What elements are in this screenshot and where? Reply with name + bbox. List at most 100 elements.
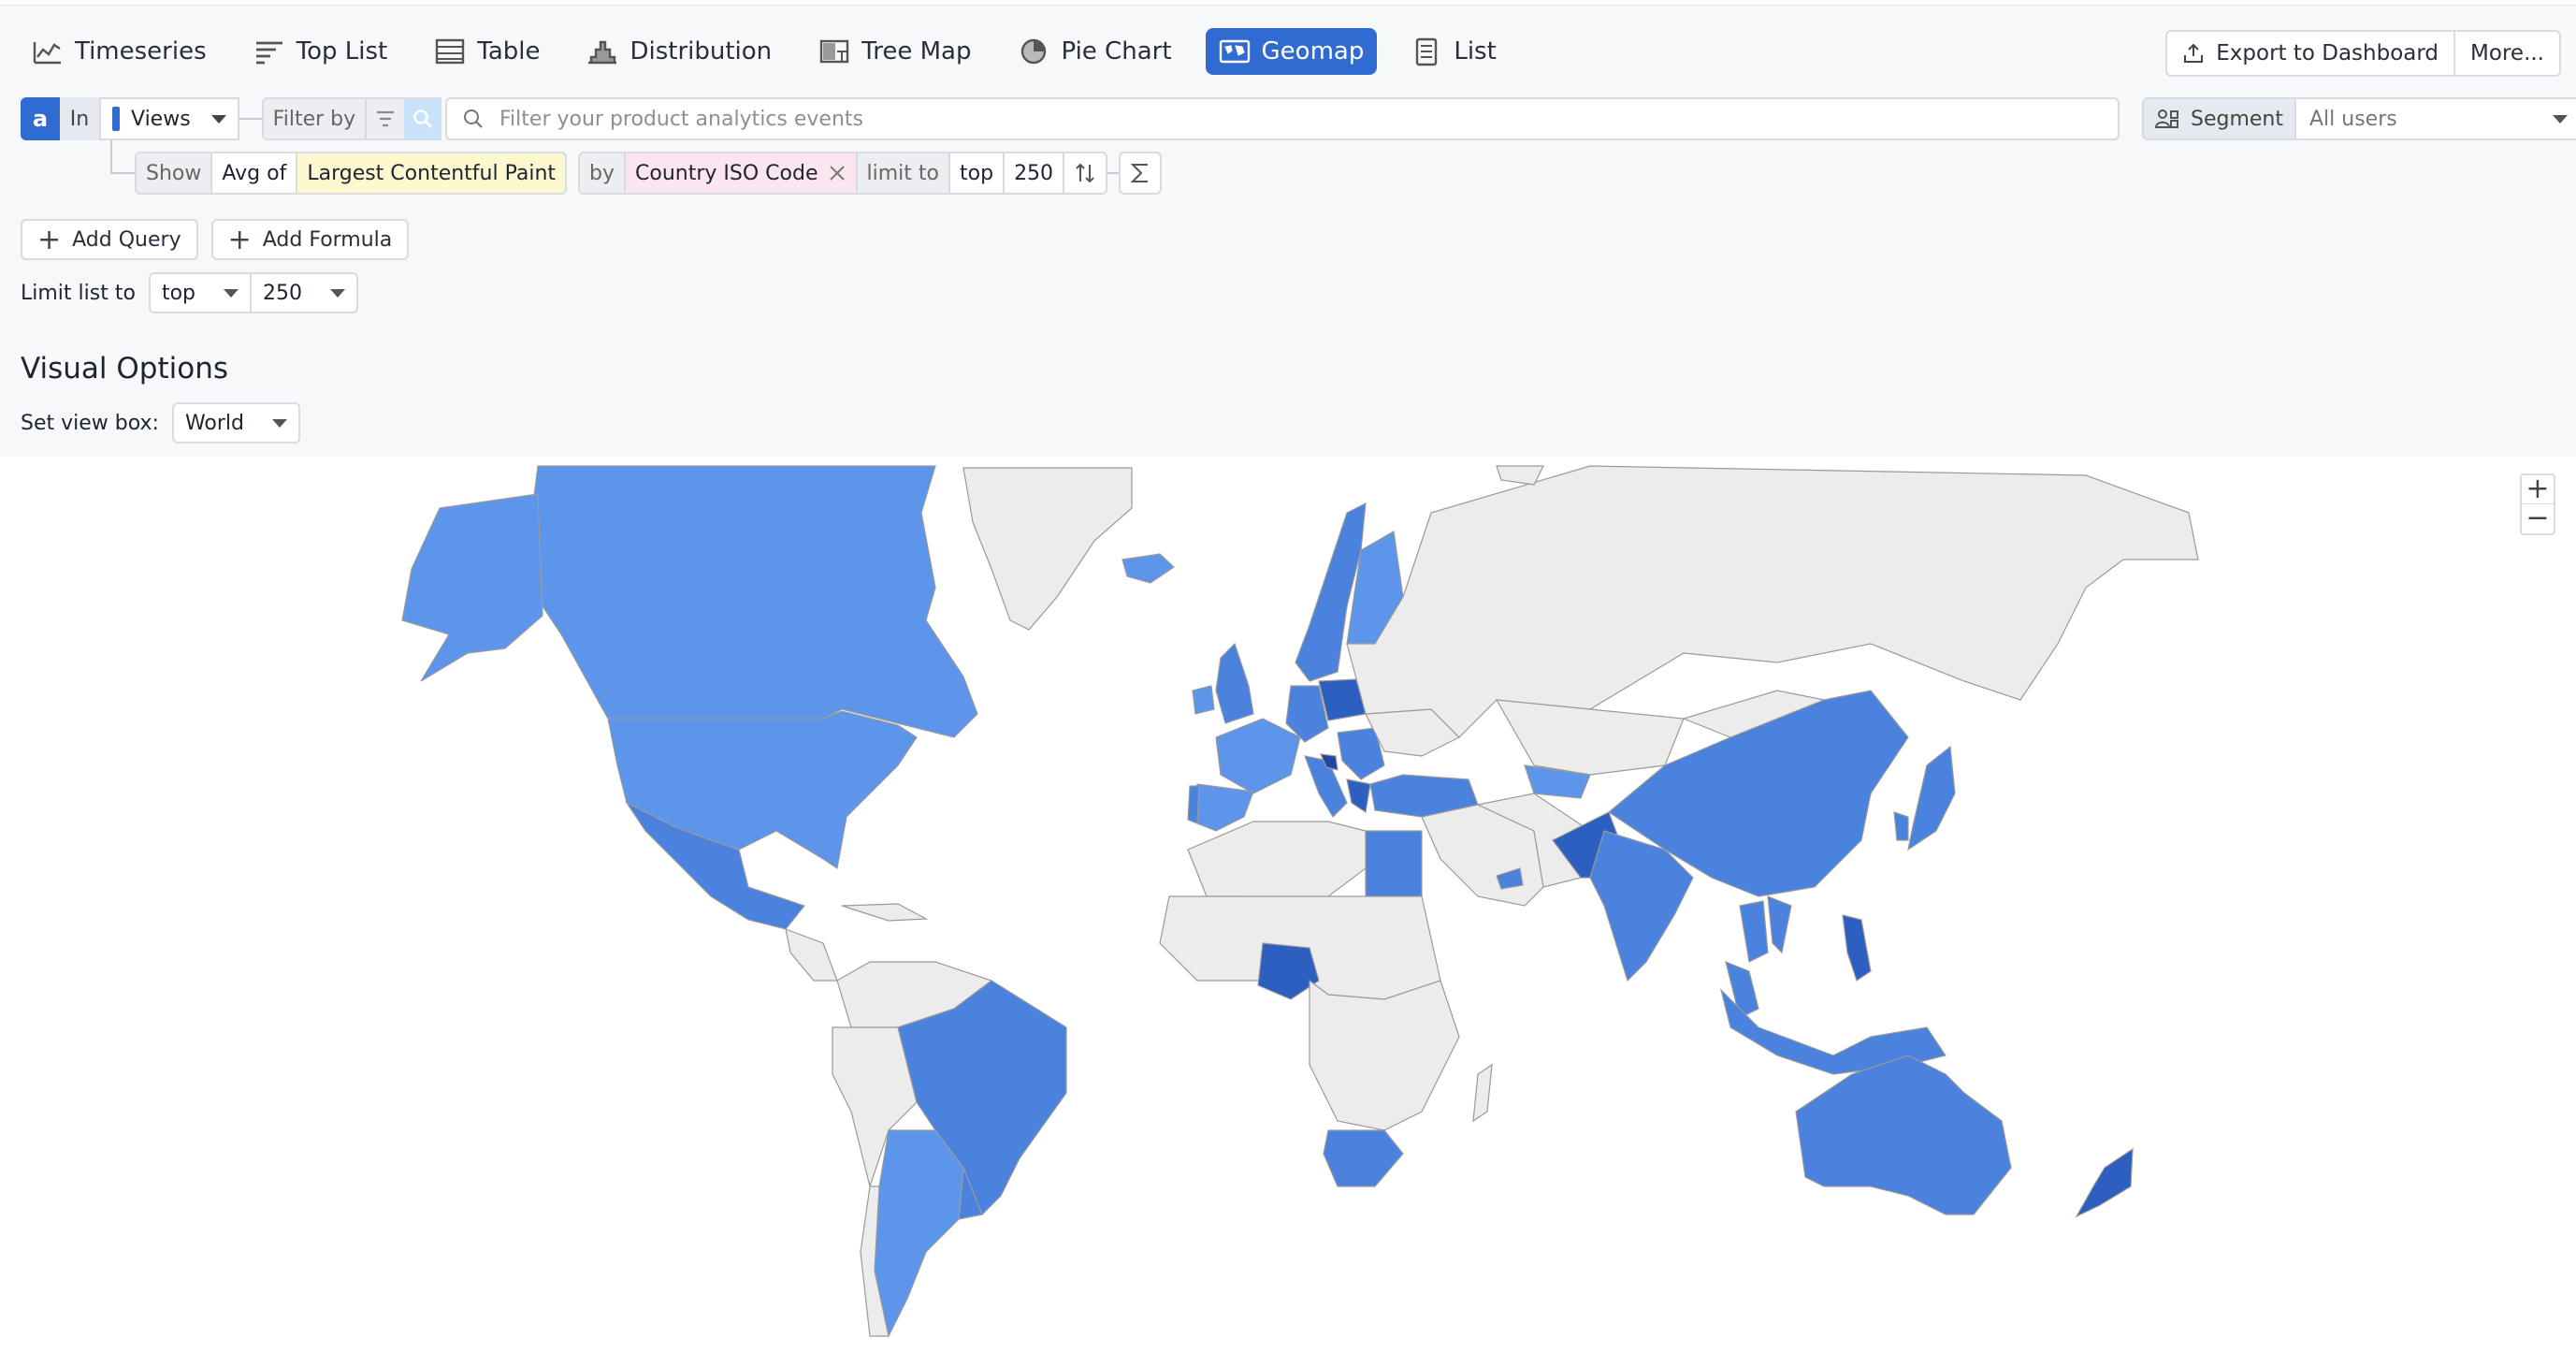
country-canada: [523, 465, 978, 738]
country-thailand: [1739, 900, 1769, 963]
country-argentina: [874, 1129, 964, 1338]
sigma-icon: [1130, 164, 1149, 182]
chevron-down-icon: [272, 418, 287, 428]
country-iceland: [1122, 553, 1175, 584]
geomap-canvas[interactable]: [0, 457, 2576, 1353]
country-philippines: [1842, 914, 1872, 982]
country-australia: [1795, 1055, 2012, 1215]
country-central-america: [785, 928, 838, 982]
toplist-icon: [255, 41, 282, 65]
country-south-africa: [1323, 1129, 1404, 1187]
limit-direction-select[interactable]: top: [950, 152, 1006, 195]
limit-list-direction-value: top: [161, 281, 195, 305]
event-filter-input[interactable]: Filter your product analytics events: [445, 97, 2120, 140]
country-central-africa: [1309, 979, 1460, 1131]
segment-dropdown[interactable]: All users: [2296, 97, 2576, 140]
tab-label: Geomap: [1261, 37, 1365, 65]
measure-select[interactable]: Largest Contentful Paint: [297, 152, 568, 195]
tab-label: Top List: [296, 37, 388, 65]
limit-list-label: Limit list to: [21, 281, 136, 305]
map-zoom-controls: + −: [2520, 473, 2555, 535]
query-in-label: In: [60, 97, 99, 140]
add-formula-button[interactable]: + Add Formula: [210, 219, 410, 260]
connector-line: [1107, 172, 1120, 174]
tab-label: Distribution: [630, 37, 773, 65]
tab-list[interactable]: List: [1397, 28, 1509, 75]
query-id-badge[interactable]: a: [21, 97, 60, 140]
timeseries-icon: [33, 42, 61, 65]
data-source-select[interactable]: Views: [99, 97, 239, 140]
segment-selector: Segment All users: [2142, 97, 2576, 140]
add-query-button[interactable]: + Add Query: [21, 219, 198, 260]
chevron-down-icon: [210, 114, 226, 124]
header-actions: Export to Dashboard More...: [2165, 30, 2561, 77]
view-box-value: World: [184, 411, 244, 435]
tab-timeseries[interactable]: Timeseries: [19, 28, 220, 75]
limit-list-row: Limit list to top 250: [21, 272, 358, 313]
connector-line: [239, 118, 262, 120]
more-button[interactable]: More...: [2455, 30, 2561, 77]
chevron-down-icon: [2553, 114, 2568, 124]
plus-icon: +: [37, 223, 62, 256]
country-ireland: [1192, 685, 1215, 715]
connector-elbow: [110, 140, 137, 174]
country-north-africa: [1187, 821, 1367, 907]
tab-geomap[interactable]: Geomap: [1205, 28, 1378, 75]
data-source-value: Views: [131, 107, 191, 131]
tab-label: Tree Map: [861, 37, 972, 65]
by-label: by: [578, 152, 627, 195]
filter-icon[interactable]: [367, 97, 405, 140]
limit-list-count-select[interactable]: 250: [252, 272, 358, 313]
tab-tree-map[interactable]: Tree Map: [805, 28, 984, 75]
close-icon[interactable]: [828, 164, 847, 182]
limit-count-input[interactable]: 250: [1005, 152, 1065, 195]
country-portugal: [1187, 785, 1200, 824]
view-box-select[interactable]: World: [171, 402, 300, 444]
country-new-zealand: [2075, 1147, 2134, 1218]
chevron-down-icon: [330, 288, 345, 298]
top-border: [0, 0, 2576, 6]
sort-icon: [1076, 163, 1094, 183]
limit-list-count-value: 250: [263, 281, 302, 305]
aggregation-select[interactable]: Avg of: [212, 152, 298, 195]
country-kazakhstan: [1495, 699, 1685, 776]
tab-pie-chart[interactable]: Pie Chart: [1005, 28, 1184, 75]
country-greenland: [962, 467, 1133, 631]
zoom-out-button[interactable]: −: [2522, 504, 2554, 532]
add-formula-label: Add Formula: [262, 227, 393, 252]
country-uk: [1215, 642, 1254, 724]
sort-toggle-button[interactable]: [1064, 152, 1108, 195]
treemap-icon: [819, 39, 849, 64]
distribution-icon: [588, 40, 617, 65]
country-south-korea: [1893, 811, 1909, 841]
tab-distribution[interactable]: Distribution: [573, 28, 785, 75]
search-mode-icon[interactable]: [404, 97, 442, 140]
limit-to-label: limit to: [857, 152, 950, 195]
geomap-icon: [1219, 39, 1250, 64]
country-egypt: [1365, 830, 1423, 897]
add-query-label: Add Query: [72, 227, 181, 252]
country-japan: [1907, 745, 1956, 851]
country-france: [1215, 718, 1301, 794]
group-by-chip[interactable]: Country ISO Code: [626, 152, 858, 195]
view-box-label: Set view box:: [21, 411, 159, 435]
users-icon: [2155, 109, 2178, 128]
country-usa: [607, 710, 918, 870]
function-button[interactable]: [1119, 152, 1163, 195]
tab-top-list[interactable]: Top List: [240, 28, 401, 75]
tab-label: Table: [477, 37, 541, 65]
piechart-icon: [1021, 38, 1047, 65]
zoom-in-button[interactable]: +: [2522, 475, 2554, 504]
tab-table[interactable]: Table: [421, 28, 553, 75]
series-color-bar: [112, 107, 120, 131]
visualization-tabs: Timeseries Top List Table Distribution T…: [19, 26, 1530, 77]
add-buttons-row: + Add Query + Add Formula: [21, 219, 422, 260]
plus-icon: +: [227, 223, 252, 256]
export-to-dashboard-button[interactable]: Export to Dashboard: [2165, 30, 2456, 77]
segment-label-text: Segment: [2191, 107, 2283, 131]
limit-list-direction-select[interactable]: top: [148, 272, 252, 313]
table-icon: [436, 38, 465, 65]
group-by-value: Country ISO Code: [635, 161, 818, 185]
world-map: [401, 465, 2199, 1338]
export-icon: [2184, 43, 2204, 63]
